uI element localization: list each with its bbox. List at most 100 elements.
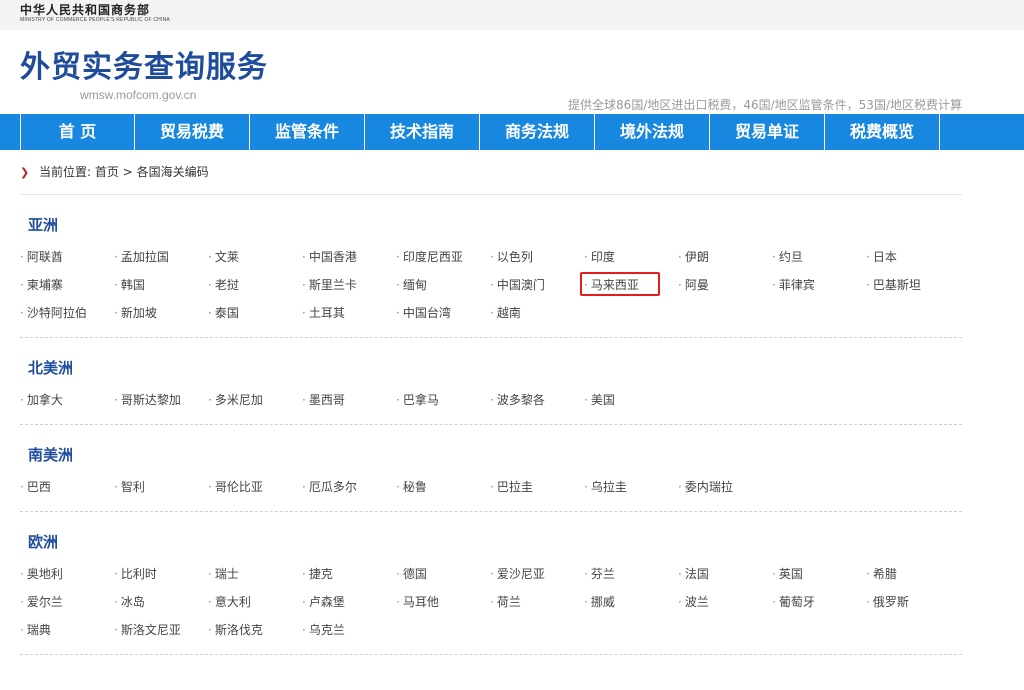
- nav-commerce-law[interactable]: 商务法规: [480, 114, 595, 150]
- country-link[interactable]: 哥斯达黎加: [114, 386, 208, 414]
- country-link[interactable]: 乌克兰: [302, 616, 396, 644]
- country-link[interactable]: 德国: [396, 560, 490, 588]
- country-link[interactable]: 奥地利: [20, 560, 114, 588]
- country-link[interactable]: 泰国: [208, 299, 302, 327]
- country-link[interactable]: 葡萄牙: [772, 588, 866, 616]
- country-label: 比利时: [120, 567, 157, 581]
- country-label: 冰岛: [120, 595, 145, 609]
- country-link[interactable]: 阿联酋: [20, 243, 114, 271]
- nav-trade-tax[interactable]: 贸易税费: [135, 114, 250, 150]
- country-link[interactable]: 荷兰: [490, 588, 584, 616]
- country-label: 多米尼加: [214, 393, 263, 407]
- country-link[interactable]: 中国澳门: [490, 271, 584, 299]
- country-link[interactable]: 斯里兰卡: [302, 271, 396, 299]
- country-link[interactable]: 秘鲁: [396, 473, 490, 501]
- country-link[interactable]: 柬埔寨: [20, 271, 114, 299]
- country-label: 巴拉圭: [496, 480, 533, 494]
- country-link[interactable]: 美国: [584, 386, 678, 414]
- country-link[interactable]: 菲律宾: [772, 271, 866, 299]
- country-link[interactable]: 老挝: [208, 271, 302, 299]
- country-link[interactable]: 捷克: [302, 560, 396, 588]
- site-title[interactable]: 外贸实务查询服务: [20, 50, 268, 86]
- country-label: 波多黎各: [496, 393, 545, 407]
- country-link[interactable]: 越南: [490, 299, 584, 327]
- nav-tech-guide[interactable]: 技术指南: [365, 114, 480, 150]
- country-link[interactable]: 英国: [772, 560, 866, 588]
- nav-foreign-law[interactable]: 境外法规: [595, 114, 710, 150]
- country-link[interactable]: 法国: [678, 560, 772, 588]
- country-link[interactable]: 土耳其: [302, 299, 396, 327]
- country-link[interactable]: 多米尼加: [208, 386, 302, 414]
- country-label: 挪威: [590, 595, 615, 609]
- country-label: 巴拿马: [402, 393, 439, 407]
- nav-trade-docs[interactable]: 贸易单证: [710, 114, 825, 150]
- country-label: 印度尼西亚: [402, 250, 463, 264]
- country-link[interactable]: 日本: [866, 243, 960, 271]
- country-label: 缅甸: [402, 278, 427, 292]
- country-link[interactable]: 伊朗: [678, 243, 772, 271]
- country-link[interactable]: 巴拿马: [396, 386, 490, 414]
- country-label: 瑞典: [26, 623, 51, 637]
- country-link[interactable]: 文莱: [208, 243, 302, 271]
- country-link[interactable]: 以色列: [490, 243, 584, 271]
- country-link[interactable]: 希腊: [866, 560, 960, 588]
- country-link[interactable]: 印度: [584, 243, 678, 271]
- country-link[interactable]: 新加坡: [114, 299, 208, 327]
- country-grid: 阿联酋 孟加拉国 文莱 中国香港 印度尼西亚 以色列 印度 伊朗 约旦 日本柬埔寨 韩国 老挝 斯里兰卡…: [20, 243, 962, 327]
- country-link[interactable]: 约旦: [772, 243, 866, 271]
- country-label: 捷克: [308, 567, 333, 581]
- country-link[interactable]: 斯洛伐克: [208, 616, 302, 644]
- country-link[interactable]: 乌拉圭: [584, 473, 678, 501]
- country-link[interactable]: 卢森堡: [302, 588, 396, 616]
- country-link[interactable]: 沙特阿拉伯: [20, 299, 114, 327]
- country-link[interactable]: 爱沙尼亚: [490, 560, 584, 588]
- country-link[interactable]: 哥伦比亚: [208, 473, 302, 501]
- country-link[interactable]: 爱尔兰: [20, 588, 114, 616]
- country-link[interactable]: 意大利: [208, 588, 302, 616]
- country-label: 芬兰: [590, 567, 615, 581]
- site-tagline: 提供全球86国/地区进出口税费，46国/地区监管条件，53国/地区税费计算: [568, 98, 962, 112]
- country-grid: 加拿大 哥斯达黎加 多米尼加 墨西哥 巴拿马 波多黎各 美国: [20, 386, 962, 414]
- country-link[interactable]: 斯洛文尼亚: [114, 616, 208, 644]
- country-link[interactable]: 马来西亚: [580, 271, 678, 299]
- country-link[interactable]: 加拿大: [20, 386, 114, 414]
- country-label: 斯洛伐克: [214, 623, 263, 637]
- country-label: 孟加拉国: [120, 250, 169, 264]
- country-link[interactable]: 比利时: [114, 560, 208, 588]
- country-link[interactable]: 马耳他: [396, 588, 490, 616]
- country-label: 越南: [496, 306, 521, 320]
- country-link[interactable]: 瑞士: [208, 560, 302, 588]
- country-link[interactable]: 印度尼西亚: [396, 243, 490, 271]
- country-label: 老挝: [214, 278, 239, 292]
- country-link[interactable]: 波多黎各: [490, 386, 584, 414]
- country-label: 瑞士: [214, 567, 239, 581]
- breadcrumb-home-link[interactable]: 首页: [95, 165, 119, 179]
- country-link[interactable]: 智利: [114, 473, 208, 501]
- breadcrumb-separator: >: [122, 165, 133, 179]
- nav-home[interactable]: 首 页: [20, 114, 135, 150]
- country-link[interactable]: 巴西: [20, 473, 114, 501]
- country-link[interactable]: 波兰: [678, 588, 772, 616]
- region-section: 欧洲奥地利 比利时 瑞士 捷克 德国 爱沙尼亚 芬兰 法国 英国 希腊爱尔兰 冰岛 意大利 卢森堡 马耳他…: [20, 524, 962, 655]
- country-link[interactable]: 中国香港: [302, 243, 396, 271]
- country-link[interactable]: 韩国: [114, 271, 208, 299]
- country-link[interactable]: 厄瓜多尔: [302, 473, 396, 501]
- country-link[interactable]: 委内瑞拉: [678, 473, 772, 501]
- country-label: 墨西哥: [308, 393, 345, 407]
- country-link[interactable]: 墨西哥: [302, 386, 396, 414]
- country-link[interactable]: 阿曼: [678, 271, 772, 299]
- country-link[interactable]: 芬兰: [584, 560, 678, 588]
- country-link[interactable]: 冰岛: [114, 588, 208, 616]
- country-link[interactable]: 俄罗斯: [866, 588, 960, 616]
- country-link[interactable]: 巴基斯坦: [866, 271, 960, 299]
- country-link[interactable]: 中国台湾: [396, 299, 490, 327]
- country-link[interactable]: 缅甸: [396, 271, 490, 299]
- region-section: 南美洲巴西 智利 哥伦比亚 厄瓜多尔 秘鲁 巴拉圭 乌拉圭 委内瑞拉: [20, 437, 962, 512]
- country-link[interactable]: 瑞典: [20, 616, 114, 644]
- country-link[interactable]: 挪威: [584, 588, 678, 616]
- country-link[interactable]: 巴拉圭: [490, 473, 584, 501]
- mofcom-logo[interactable]: 中华人民共和国商务部 MINISTRY OF COMMERCE PEOPLE'S…: [20, 3, 170, 24]
- country-link[interactable]: 孟加拉国: [114, 243, 208, 271]
- nav-tax-overview[interactable]: 税费概览: [825, 114, 940, 150]
- nav-regulatory[interactable]: 监管条件: [250, 114, 365, 150]
